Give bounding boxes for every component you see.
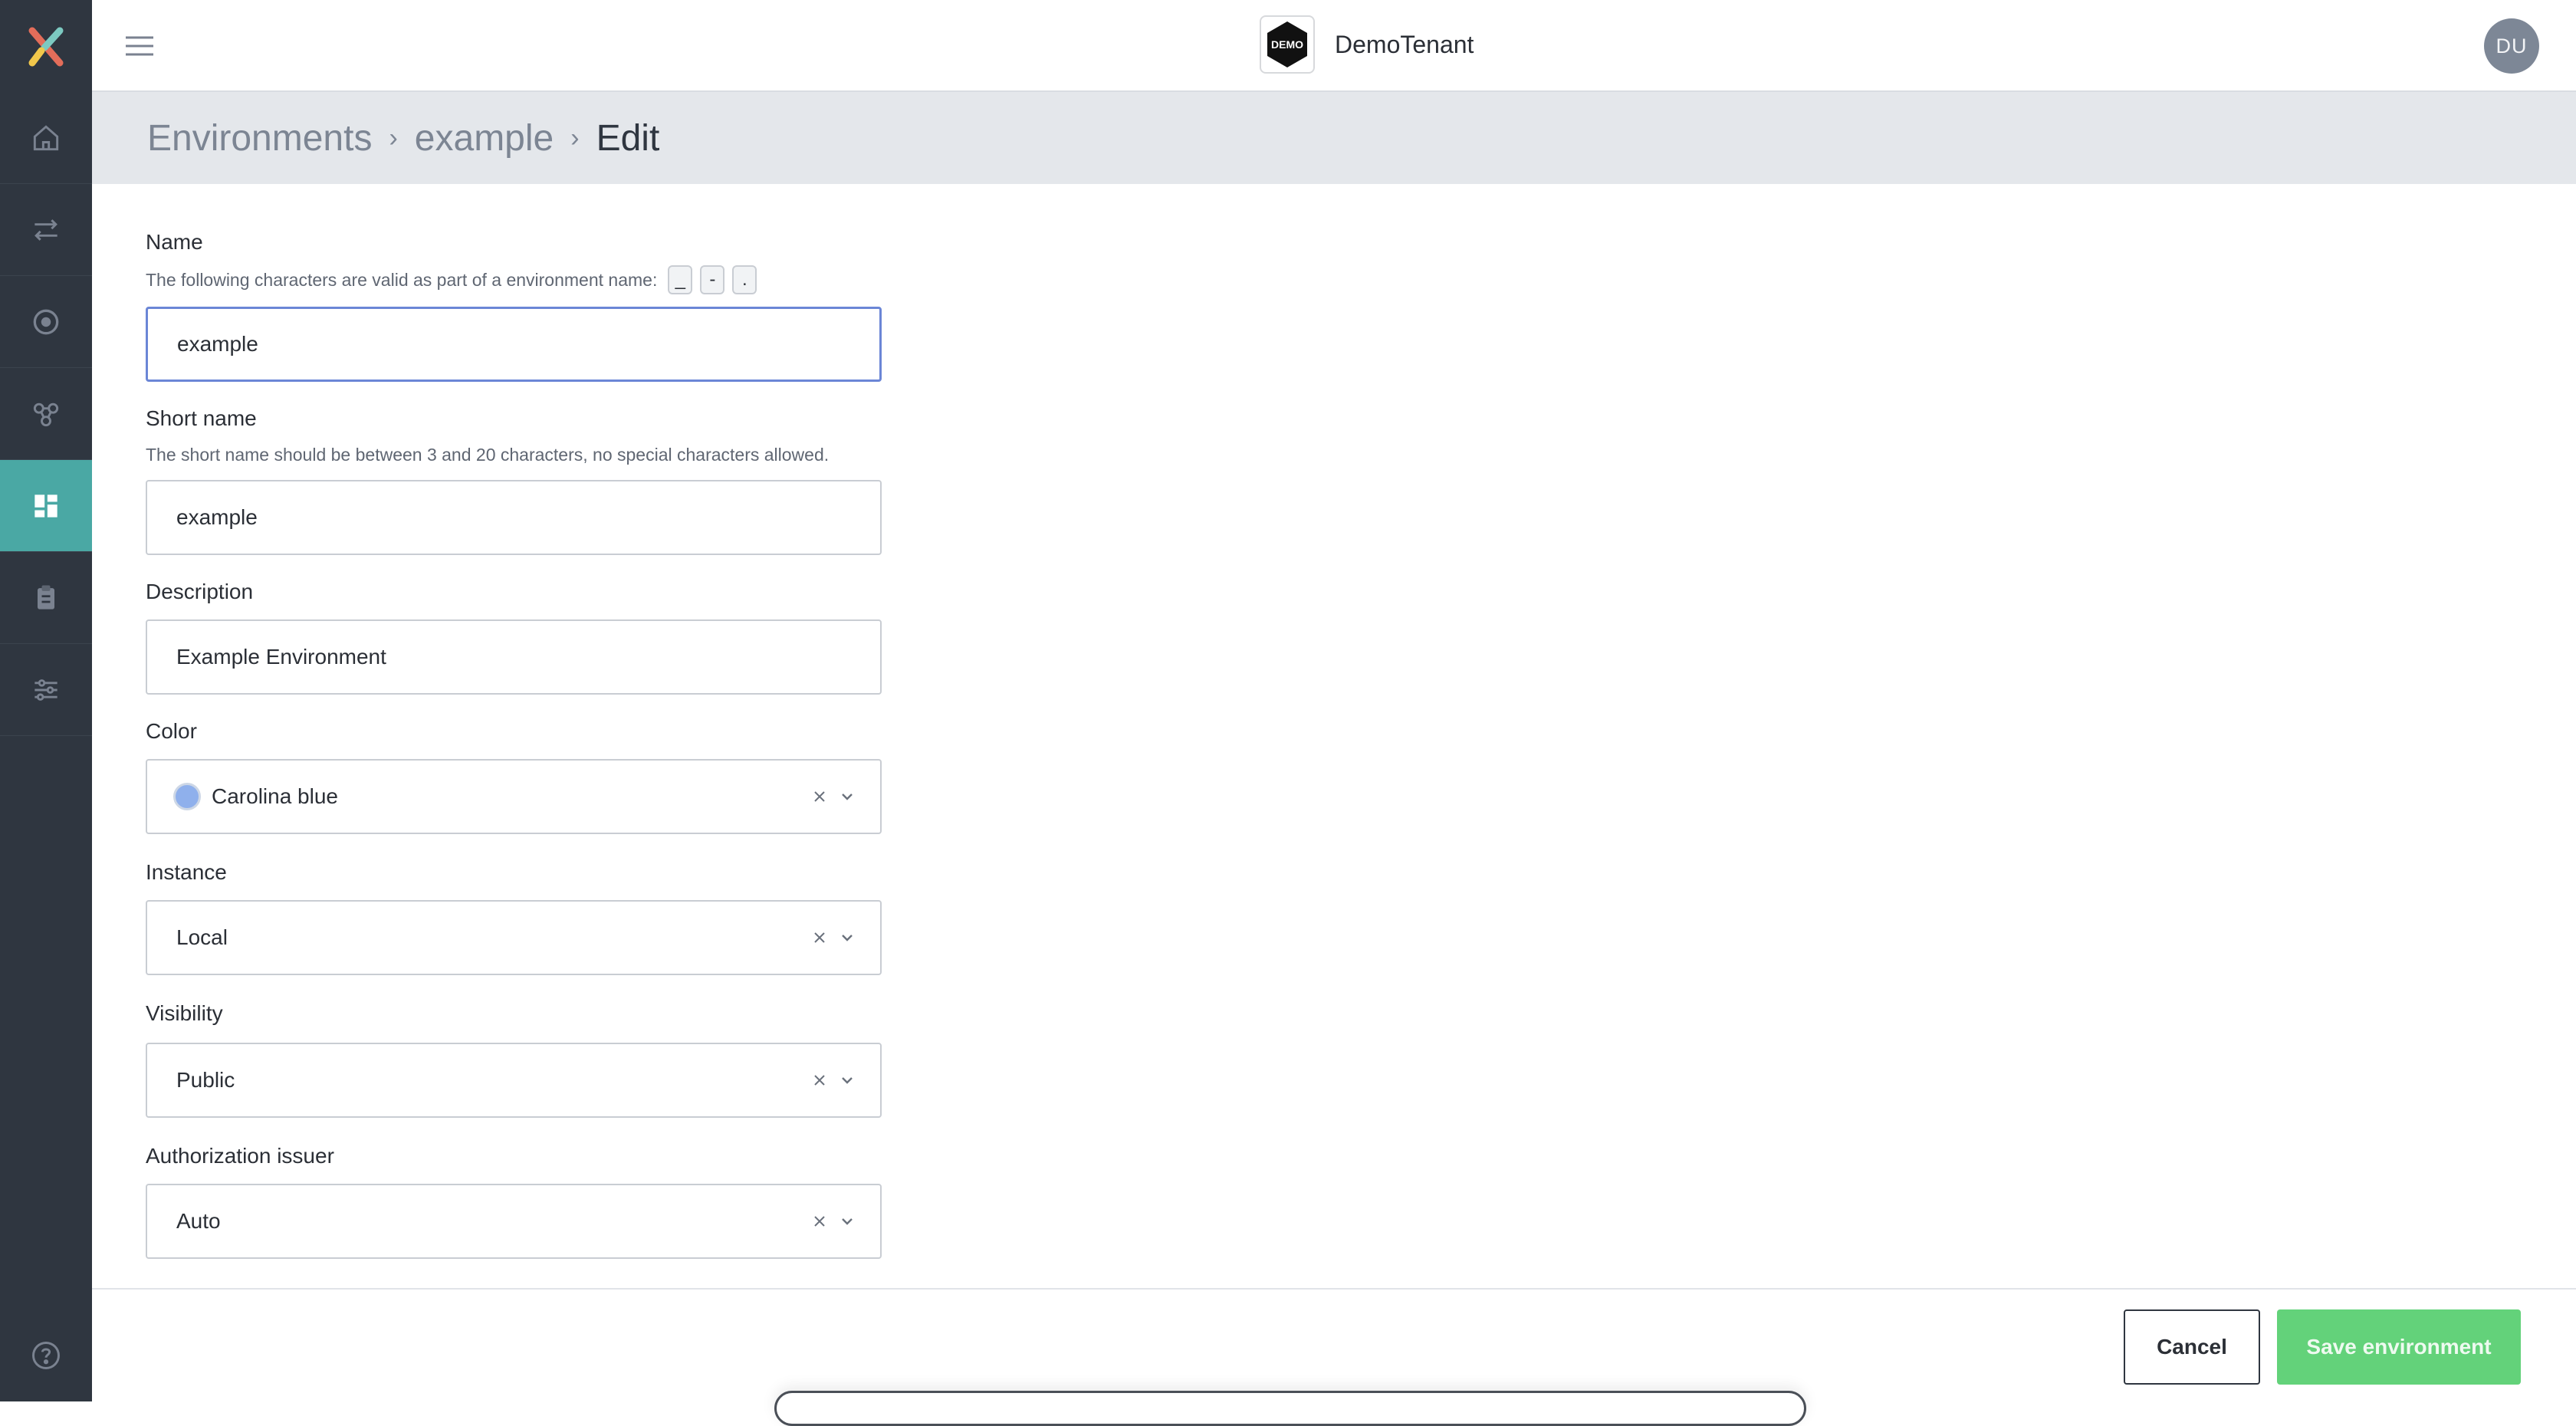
user-avatar[interactable]: DU [2484, 18, 2539, 74]
valid-char-dot: . [732, 265, 757, 294]
chevron-right-icon: › [570, 123, 580, 153]
form-footer: Cancel Save environment [92, 1288, 2576, 1403]
home-icon [33, 124, 59, 150]
authorization-issuer-label: Authorization issuer [146, 1144, 334, 1168]
instance-field-group: Instance Local [146, 860, 882, 975]
tenant-logo-text: DEMO [1271, 38, 1303, 51]
name-label: Name [146, 230, 203, 254]
clear-icon[interactable] [813, 790, 826, 803]
visibility-field-group: Visibility Public [146, 1001, 882, 1118]
cancel-button[interactable]: Cancel [2124, 1309, 2260, 1385]
instance-label: Instance [146, 860, 227, 884]
menu-toggle-button[interactable] [124, 31, 155, 61]
bottom-overlay-panel [774, 1391, 1806, 1426]
help-icon [32, 1342, 60, 1369]
sidebar-item-transfers[interactable] [0, 184, 92, 276]
chevron-down-icon[interactable] [840, 931, 854, 945]
color-field-group: Color Carolina blue [146, 719, 882, 834]
network-nodes-icon [33, 402, 59, 426]
grid-dashboard-icon [34, 494, 58, 518]
authorization-issuer-select-value: Auto [176, 1209, 221, 1233]
name-hint: The following characters are valid as pa… [146, 265, 882, 294]
breadcrumb-example-link[interactable]: example [415, 117, 554, 159]
color-select-value: Carolina blue [212, 784, 338, 808]
valid-char-underscore: _ [668, 265, 693, 294]
clear-icon[interactable] [813, 1073, 826, 1087]
app-logo-icon [28, 27, 64, 67]
color-swatch [173, 783, 201, 810]
tenant-name: DemoTenant [1335, 30, 1474, 58]
clipboard-icon [38, 585, 54, 610]
chevron-down-icon[interactable] [840, 1073, 854, 1087]
tenant-logo: DEMO [1260, 15, 1315, 74]
instance-select[interactable]: Local [146, 900, 882, 975]
help-button[interactable] [0, 1309, 92, 1401]
hamburger-menu-icon [126, 36, 153, 56]
instance-select-value: Local [176, 925, 228, 949]
visibility-select[interactable]: Public [146, 1043, 882, 1118]
short-name-label: Short name [146, 406, 257, 430]
short-name-hint: The short name should be between 3 and 2… [146, 445, 830, 465]
description-label: Description [146, 580, 254, 603]
sidebar-item-home[interactable] [0, 92, 92, 184]
sidebar-item-reports[interactable] [0, 552, 92, 644]
breadcrumb-current: Edit [596, 117, 660, 159]
chevron-down-icon[interactable] [840, 1214, 854, 1228]
visibility-select-value: Public [176, 1068, 235, 1092]
tenant-switcher[interactable]: DEMO DemoTenant [1260, 15, 1474, 74]
color-label: Color [146, 719, 197, 743]
save-environment-button[interactable]: Save environment [2277, 1309, 2521, 1385]
authorization-issuer-select[interactable]: Auto [146, 1184, 882, 1259]
clear-icon[interactable] [813, 1214, 826, 1228]
name-field-group: Name The following characters are valid … [146, 230, 882, 382]
sliders-icon [34, 678, 58, 701]
sidebar-item-network[interactable] [0, 368, 92, 460]
breadcrumb: Environments › example › Edit [147, 92, 659, 184]
valid-char-dash: - [700, 265, 725, 294]
authorization-issuer-field-group: Authorization issuer Auto [146, 1144, 882, 1259]
breadcrumb-bar: Environments › example › Edit [92, 92, 2576, 184]
description-input[interactable]: Example Environment [146, 619, 882, 695]
short-name-input[interactable]: example [146, 480, 882, 555]
arrows-exchange-icon [34, 219, 58, 241]
chevron-right-icon: › [389, 123, 398, 153]
visibility-label: Visibility [146, 1001, 223, 1025]
name-hint-text: The following characters are valid as pa… [146, 269, 658, 290]
chevron-down-icon[interactable] [840, 790, 854, 803]
sidebar [0, 0, 92, 1401]
app-logo[interactable] [0, 0, 92, 92]
sidebar-item-settings[interactable] [0, 644, 92, 736]
description-field-group: Description Example Environment [146, 580, 882, 695]
color-select[interactable]: Carolina blue [146, 759, 882, 834]
breadcrumb-environments-link[interactable]: Environments [147, 117, 372, 159]
clear-icon[interactable] [813, 931, 826, 945]
short-name-field-group: Short name The short name should be betw… [146, 406, 882, 555]
name-input[interactable]: example [146, 307, 882, 382]
target-circle-icon [33, 309, 59, 334]
sidebar-item-targets[interactable] [0, 276, 92, 368]
top-bar: DEMO DemoTenant DU [92, 0, 2576, 92]
sidebar-item-environments[interactable] [0, 460, 92, 552]
